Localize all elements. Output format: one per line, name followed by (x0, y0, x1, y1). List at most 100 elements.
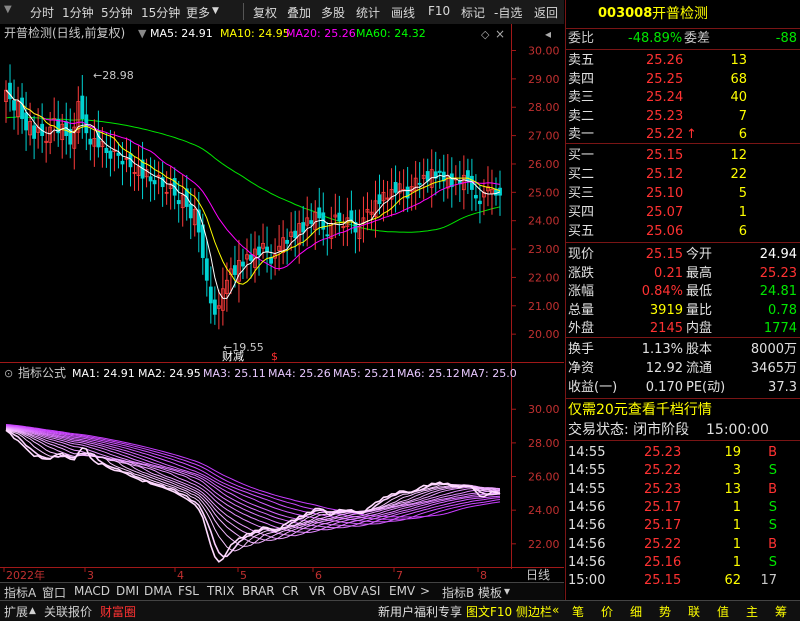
ask-arrow-icon: ↑ (686, 127, 697, 142)
bid-row: 买二 25.12 22 (566, 166, 800, 184)
indicator-tab[interactable]: FSL (178, 584, 199, 598)
candle-body (437, 170, 442, 173)
toolbar-back[interactable]: 返回 (534, 4, 558, 21)
ma10-label: MA10: 24.95 (220, 27, 290, 40)
toolbar-f10[interactable]: F10 (428, 4, 450, 18)
weibi-value: -48.89% (628, 31, 683, 46)
side-tool-tab[interactable]: 主 (746, 603, 758, 620)
side-tool-tab[interactable]: 联 (688, 603, 700, 620)
indicator-tab[interactable]: OBV (333, 584, 359, 598)
candle-body (24, 112, 28, 131)
indicator-tab[interactable]: EMV (389, 584, 415, 598)
toolbar-more[interactable]: 更多 (186, 4, 210, 21)
sidebar-collapse-icon[interactable]: « (552, 603, 559, 617)
indicator-tab[interactable]: > (420, 584, 430, 598)
indicator-tab[interactable]: CR (282, 584, 299, 598)
indicator-tab[interactable]: TRIX (207, 584, 234, 598)
stock-header: 003008 开普检测 (566, 5, 800, 23)
candle-body (88, 138, 93, 145)
level2-promo[interactable]: 仅需20元查看千档行情 (566, 401, 800, 419)
indicator-tab[interactable]: DMI (116, 584, 139, 598)
ask-label: 卖三 (568, 90, 595, 105)
indicator-tick-label: 28.00 (528, 437, 560, 450)
toolbar-multi[interactable]: 多股 (321, 4, 345, 21)
extend-arrow-icon[interactable]: ▲ (29, 606, 36, 616)
side-tool-tab[interactable]: 势 (659, 603, 671, 620)
weicha-label: 委差 (684, 31, 711, 46)
f10-graphic-button[interactable]: 图文F10 (466, 603, 512, 620)
close-chart-icon[interactable]: × (495, 27, 505, 41)
promo-text[interactable]: 仅需20元查看千档行情 (568, 401, 712, 419)
tick-volume: 1 (732, 518, 741, 534)
template-dropdown-icon[interactable]: ▾ (504, 584, 510, 598)
toolbar-draw[interactable]: 画线 (391, 4, 415, 21)
dividend-marker-icon[interactable]: $ (271, 350, 278, 363)
stat-row: 外盘 2145 内盘 1774 (566, 320, 800, 338)
side-tool-tab[interactable]: 筹 (775, 603, 787, 620)
indicator-settings-icon[interactable]: ⊙ (4, 367, 13, 380)
candle-body (449, 173, 454, 188)
ask-price: 25.22 (646, 127, 684, 142)
indicator-tab[interactable]: 模板 (478, 584, 502, 601)
chart-settings-arrow-icon[interactable]: ▼ (138, 27, 147, 40)
chart-area[interactable]: 30.00 29.00 28.00 27.00 26.00 25.00 24.00 23.00… (0, 24, 564, 582)
toolbar-overlay[interactable]: 叠加 (287, 4, 311, 21)
side-tool-tab[interactable]: 细 (630, 603, 642, 620)
indicator-tab[interactable]: ASI (361, 584, 380, 598)
toolbar-stats[interactable]: 统计 (356, 4, 380, 21)
kline-chart[interactable]: 30.00 29.00 28.00 27.00 26.00 25.00 24.00 23.00… (0, 24, 564, 582)
side-tool-tab[interactable]: 值 (717, 603, 729, 620)
ask-price: 25.24 (646, 90, 684, 105)
toolbar-mark[interactable]: 标记 (461, 4, 485, 21)
candle-body (257, 246, 261, 256)
wealth-circle-button[interactable]: 财富圈 (100, 603, 136, 620)
indicator-tab[interactable]: 指标A (4, 584, 36, 601)
indicator-tab[interactable]: 指标B (442, 584, 474, 601)
candle-body (12, 100, 16, 111)
toolbar-5min[interactable]: 5分钟 (101, 4, 133, 21)
candle-body (116, 152, 121, 156)
indicator-tab[interactable]: MACD (74, 584, 110, 598)
indicator-tab[interactable]: DMA (144, 584, 172, 598)
toolbar-intraday[interactable]: 分时 (30, 4, 54, 21)
indicator-tab[interactable]: 窗口 (42, 584, 66, 601)
diamond-icon[interactable]: ◇ (481, 28, 490, 41)
candle-body (108, 150, 113, 159)
stat-label: 外盘 (568, 321, 595, 336)
financial-event-marker[interactable]: 财减 (222, 349, 244, 363)
side-tool-tab[interactable]: 价 (601, 603, 613, 620)
candle-body (293, 230, 298, 239)
side-tool-tab[interactable]: 笔 (572, 603, 584, 620)
bid-row: 买一 25.15 12 (566, 147, 800, 165)
tick-row: 14:56 25.17 1 S (566, 517, 800, 535)
toolbar-adjust[interactable]: 复权 (253, 4, 277, 21)
x-axis-label: 7 (396, 569, 403, 582)
related-quote-button[interactable]: 关联报价 (44, 603, 92, 620)
candle-body (32, 125, 37, 139)
stat-value: 24.94 (759, 247, 797, 262)
indicator-tab[interactable]: BRAR (242, 584, 275, 598)
stat-label: 涨跌 (568, 265, 595, 281)
extend-button[interactable]: 扩展 (4, 603, 28, 620)
more-chevron-icon[interactable]: ▼ (212, 6, 219, 16)
indicator-tab[interactable]: VR (309, 584, 326, 598)
sidebar-toggle-button[interactable]: 侧边栏 (516, 603, 552, 620)
stat-label: 内盘 (686, 321, 713, 336)
indicator-ma5-label: MA5: 25.21 (333, 367, 396, 380)
stat-row: 涨幅 0.84% 最低 24.81 (566, 283, 800, 301)
tick-price: 25.23 (644, 445, 682, 460)
new-user-benefit-link[interactable]: 新用户福利专享 (378, 603, 462, 620)
toolbar-1min[interactable]: 1分钟 (62, 4, 94, 21)
stat-value: 3919 (649, 302, 683, 318)
ask-volume: 6 (738, 127, 747, 142)
indicator-ma3-label: MA3: 25.11 (203, 367, 266, 380)
toolbar-watchlist[interactable]: -自选 (494, 4, 522, 21)
bid-row: 买三 25.10 5 (566, 185, 800, 203)
indicator-title[interactable]: 指标公式 (18, 365, 66, 380)
fund-label: 流通 (686, 361, 713, 376)
chart-fullscreen-icon[interactable]: ◂ (545, 27, 551, 41)
toolbar-15min[interactable]: 15分钟 (141, 4, 180, 21)
menu-arrow-icon[interactable]: ▼ (4, 4, 12, 15)
candle-body (204, 258, 209, 281)
tick-side: S (768, 463, 777, 479)
